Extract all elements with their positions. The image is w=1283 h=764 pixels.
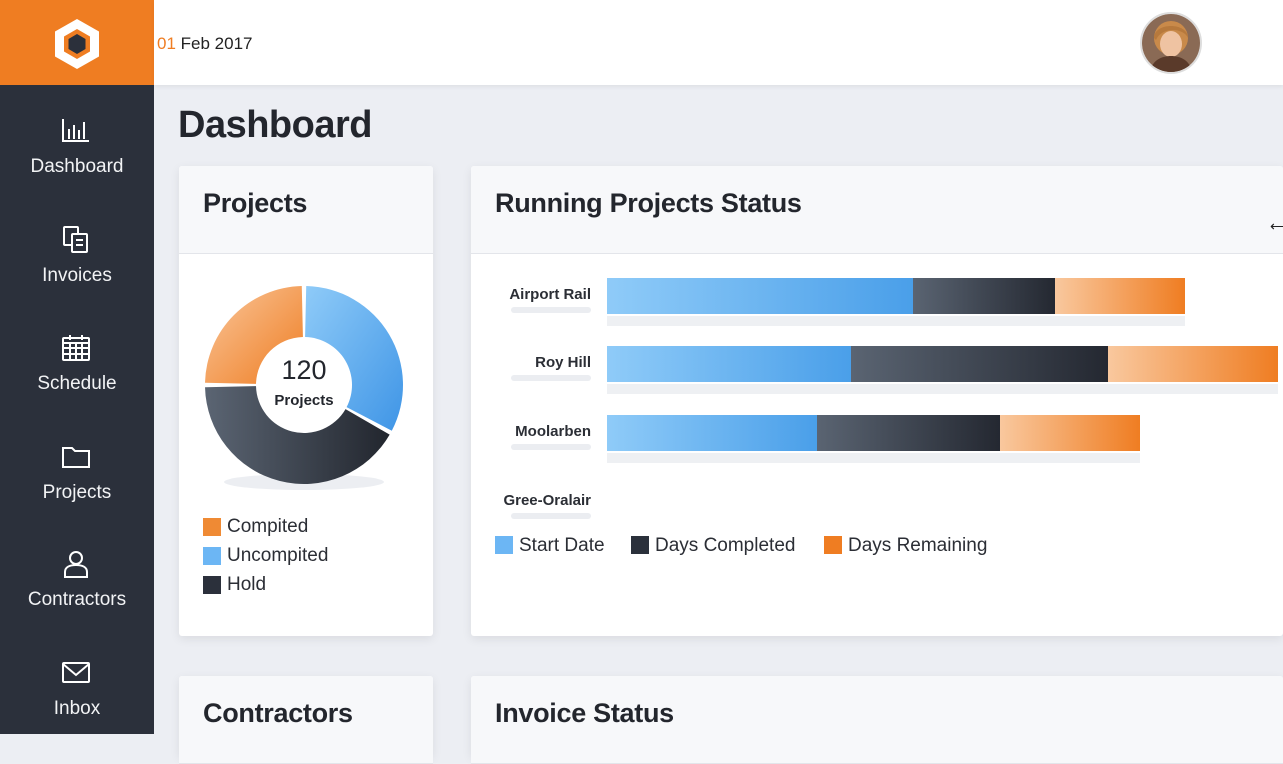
bar-segment-days-remaining[interactable] xyxy=(1055,278,1185,314)
documents-icon xyxy=(63,226,88,253)
resize-cursor-icon: ⟷ xyxy=(1270,218,1283,234)
legend-swatch xyxy=(631,536,649,554)
legend-swatch xyxy=(495,536,513,554)
sidebar-item-label: Invoices xyxy=(42,265,112,286)
legend-label: Days Completed xyxy=(655,535,796,556)
bar-segment-days-remaining[interactable] xyxy=(1000,415,1140,451)
bar-category-label: Moolarben xyxy=(515,423,591,440)
current-date: 01 Feb 2017 xyxy=(157,34,252,54)
sidebar-item-projects[interactable]: Projects xyxy=(0,440,154,540)
card-header: Invoice Status xyxy=(471,676,1283,764)
bar-category-label: Roy Hill xyxy=(535,354,591,371)
sidebar: Dashboard Invoices Schedule Projects Con… xyxy=(0,0,154,734)
date-month-year: Feb 2017 xyxy=(175,34,253,53)
date-day: 01 xyxy=(157,34,176,53)
sidebar-item-label: Schedule xyxy=(37,373,117,394)
legend-label: Days Remaining xyxy=(848,535,988,556)
bar-category-sublabel xyxy=(511,444,591,450)
card-title: Running Projects Status xyxy=(495,188,802,218)
user-icon xyxy=(64,551,88,578)
bar-shadow xyxy=(607,453,1140,463)
bar-category-sublabel xyxy=(511,375,591,381)
page-title: Dashboard xyxy=(178,104,372,146)
running-projects-card: Running Projects Status Airport Rail Roy … xyxy=(471,166,1283,636)
bar-shadow xyxy=(607,384,1278,394)
top-bar: 01 Feb 2017 xyxy=(154,0,1283,85)
legend-label: Uncompited xyxy=(227,545,329,566)
legend-label: Hold xyxy=(227,574,267,595)
card-title: Projects xyxy=(203,188,308,218)
card-header: Projects xyxy=(179,166,433,254)
folder-icon xyxy=(62,447,90,468)
hexagon-logo-icon xyxy=(55,19,99,69)
sidebar-item-invoices[interactable]: Invoices xyxy=(0,223,154,323)
sidebar-item-label: Contractors xyxy=(27,589,127,610)
legend-swatch xyxy=(824,536,842,554)
bar-segment-days-completed[interactable] xyxy=(851,346,1108,382)
user-photo-icon xyxy=(1142,14,1200,72)
projects-card: Projects 120 Projects Compited Uncompite… xyxy=(179,166,433,636)
bar-category-label: Gree-Oralair xyxy=(503,492,591,509)
bar-segment-days-completed[interactable] xyxy=(817,415,1000,451)
legend-swatch xyxy=(203,547,221,565)
bar-category-label: Airport Rail xyxy=(509,286,591,303)
projects-donut-chart: 120 Projects xyxy=(203,270,405,505)
sidebar-item-label: Dashboard xyxy=(30,156,124,177)
bar-chart-icon xyxy=(62,119,89,142)
sidebar-item-dashboard[interactable]: Dashboard xyxy=(0,114,154,214)
card-header: Contractors xyxy=(179,676,433,764)
avatar[interactable] xyxy=(1140,12,1202,74)
legend-swatch xyxy=(203,518,221,536)
card-title: Contractors xyxy=(203,698,353,728)
sidebar-item-label: Inbox xyxy=(53,698,101,719)
bar-segment-days-completed[interactable] xyxy=(913,278,1055,314)
envelope-icon xyxy=(62,662,90,683)
calendar-icon xyxy=(62,335,90,361)
contractors-card: Contractors xyxy=(179,676,433,764)
card-title: Invoice Status xyxy=(495,698,674,728)
sidebar-item-label: Projects xyxy=(42,482,112,503)
bar-segment-days-remaining[interactable] xyxy=(1108,346,1278,382)
bar-category-sublabel xyxy=(511,307,591,313)
legend-swatch xyxy=(203,576,221,594)
invoice-status-card: Invoice Status xyxy=(471,676,1283,764)
donut-total-label: Projects xyxy=(274,392,334,409)
bar-category-sublabel xyxy=(511,513,591,519)
sidebar-item-schedule[interactable]: Schedule xyxy=(0,331,154,431)
bar-segment-start-date[interactable] xyxy=(607,346,851,382)
legend-label: Start Date xyxy=(519,535,605,556)
sidebar-item-inbox[interactable]: Inbox xyxy=(0,656,154,756)
sidebar-item-contractors[interactable]: Contractors xyxy=(0,547,154,647)
bar-segment-start-date[interactable] xyxy=(607,415,817,451)
donut-total: 120 xyxy=(281,355,327,385)
bar-segment-start-date[interactable] xyxy=(607,278,913,314)
logo[interactable] xyxy=(0,0,154,85)
bar-shadow xyxy=(607,316,1185,326)
card-header: Running Projects Status xyxy=(471,166,1283,254)
legend-label: Compited xyxy=(227,516,309,537)
